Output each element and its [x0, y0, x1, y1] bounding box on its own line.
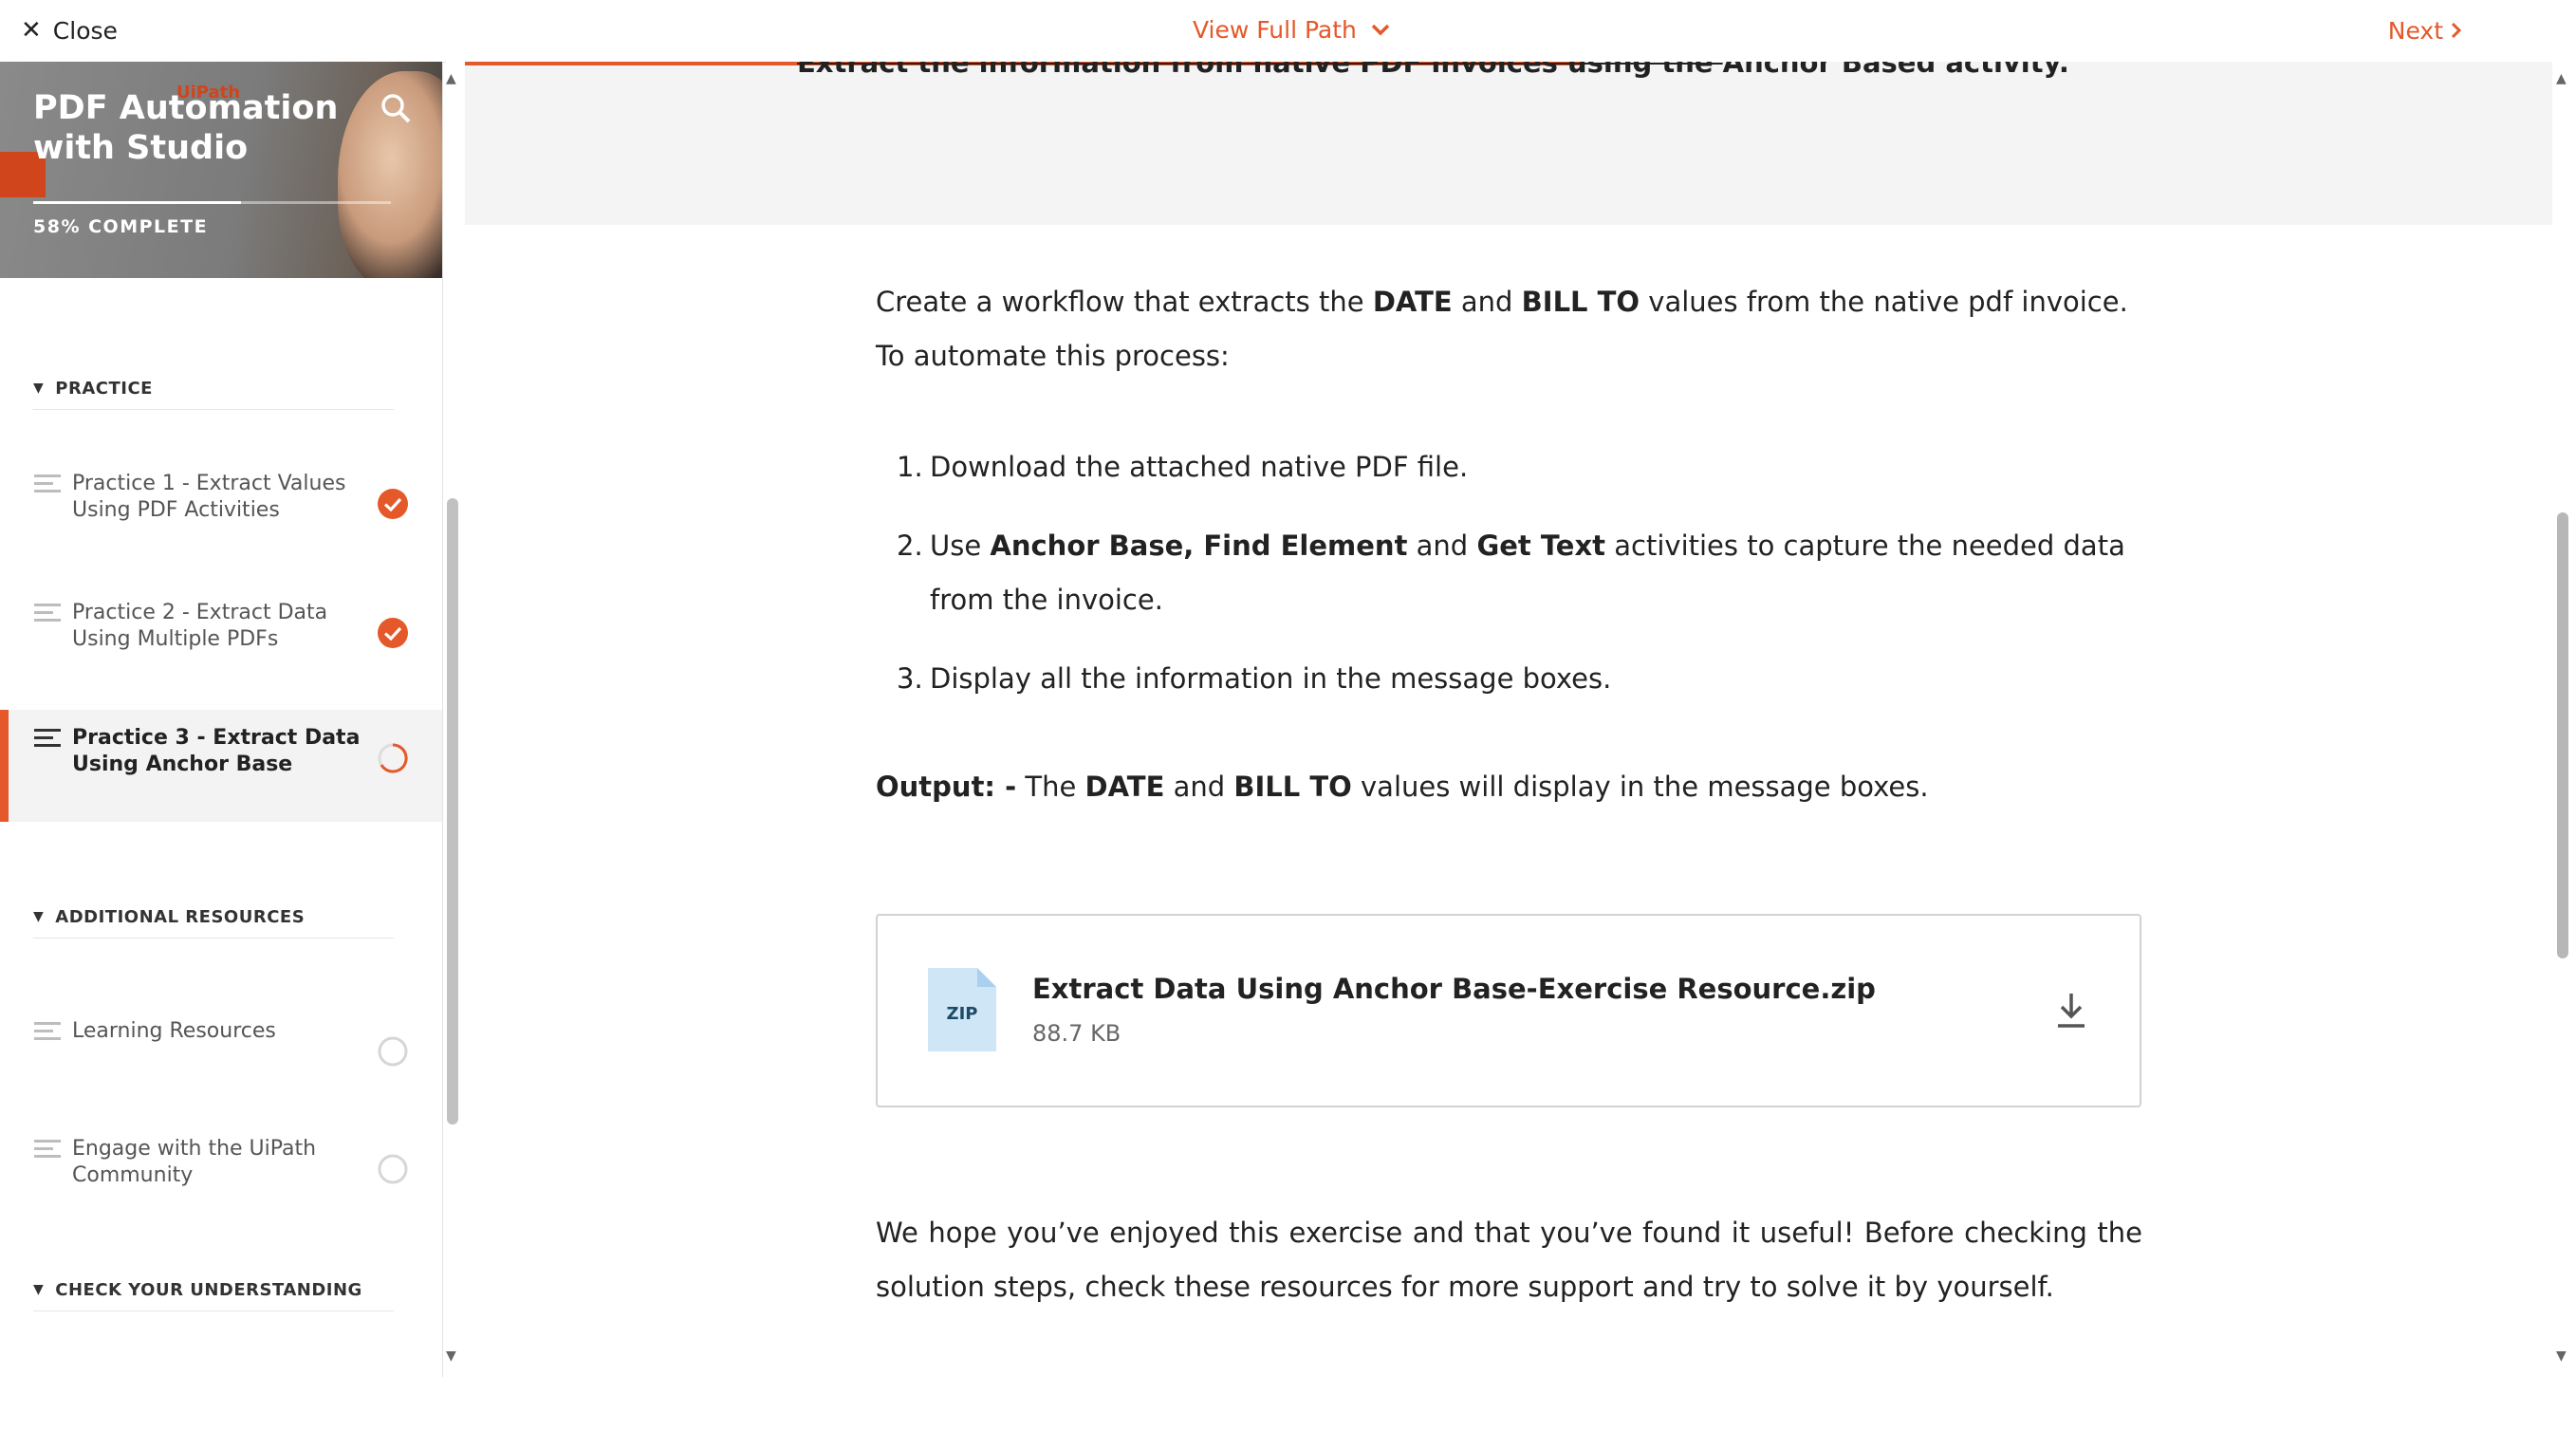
- lesson-engage-community[interactable]: Engage with the UiPath Community: [0, 1121, 442, 1233]
- lesson-lines-icon: [34, 1022, 61, 1045]
- lesson-lines-icon: [34, 1140, 61, 1162]
- close-label: Close: [52, 16, 118, 45]
- chevron-right-icon: [2451, 22, 2462, 39]
- lesson-title: Practice 1 - Extract Values Using PDF Ac…: [72, 472, 346, 522]
- next-button[interactable]: Next: [2388, 11, 2462, 49]
- lesson-lines-icon: [34, 729, 61, 752]
- lesson-lines-icon: [34, 604, 61, 626]
- section-label: ADDITIONAL RESOURCES: [55, 906, 306, 927]
- lesson-learning-resources[interactable]: Learning Resources: [0, 1003, 442, 1115]
- closing-paragraph: We hope you’ve enjoyed this exercise and…: [876, 1217, 2142, 1303]
- close-button[interactable]: ✕ Close: [21, 13, 118, 47]
- lesson-practice-1[interactable]: Practice 1 - Extract Values Using PDF Ac…: [0, 455, 442, 567]
- close-icon: ✕: [21, 16, 42, 45]
- content-scroll-thumb[interactable]: [2557, 512, 2568, 958]
- svg-text:ZIP: ZIP: [947, 1004, 978, 1024]
- download-icon[interactable]: [2054, 992, 2088, 1030]
- section-practice[interactable]: ▼ PRACTICE: [33, 367, 394, 410]
- lesson-practice-2[interactable]: Practice 2 - Extract Data Using Multiple…: [0, 585, 442, 697]
- check-circle-icon: [378, 489, 408, 519]
- scroll-up-arrow[interactable]: ▲: [2556, 71, 2567, 86]
- caret-down-icon: ▼: [33, 1282, 45, 1297]
- course-header: UiPath PDF Automation with Studio 58% CO…: [0, 62, 442, 278]
- view-full-path-button[interactable]: View Full Path: [1193, 11, 1391, 47]
- scroll-down-arrow[interactable]: ▼: [2556, 1348, 2567, 1364]
- lesson-title: Practice 2 - Extract Data Using Multiple…: [72, 601, 328, 651]
- caret-down-icon: ▼: [33, 909, 45, 924]
- empty-circle-icon: [378, 1036, 408, 1067]
- lesson-title: Practice 3 - Extract Data Using Anchor B…: [72, 726, 361, 776]
- empty-circle-icon: [378, 1154, 408, 1184]
- lesson-heading: Extract the information from native PDF …: [797, 62, 2069, 79]
- section-additional-resources[interactable]: ▼ ADDITIONAL RESOURCES: [33, 896, 394, 939]
- intro-paragraph: Create a workflow that extracts the DATE…: [876, 286, 2128, 372]
- lesson-content: Extract the information from native PDF …: [465, 62, 2552, 1377]
- chevron-down-icon: [1371, 24, 1390, 36]
- section-label: CHECK YOUR UNDERSTANDING: [55, 1279, 362, 1300]
- caret-down-icon: ▼: [33, 381, 45, 396]
- course-progress-fill: [33, 201, 241, 204]
- attachment-size: 88.7 KB: [1032, 1020, 1121, 1047]
- lesson-title: Learning Resources: [72, 1019, 276, 1043]
- attachment-name: Extract Data Using Anchor Base-Exercise …: [1032, 973, 1876, 1005]
- check-circle-icon: [378, 618, 408, 648]
- section-check-understanding[interactable]: ▼ CHECK YOUR UNDERSTANDING: [33, 1269, 394, 1311]
- course-progress-label: 58% COMPLETE: [33, 216, 209, 237]
- top-bar: ✕ Close View Full Path Next: [0, 0, 2576, 63]
- lesson-title: Engage with the UiPath Community: [72, 1137, 317, 1187]
- scroll-down-arrow[interactable]: ▼: [446, 1348, 456, 1364]
- next-label: Next: [2387, 16, 2443, 45]
- course-progress-bar: [33, 201, 391, 204]
- lesson-practice-3[interactable]: Practice 3 - Extract Data Using Anchor B…: [0, 710, 442, 822]
- lesson-lines-icon: [34, 474, 61, 497]
- content-scrollbar[interactable]: ▲ ▼: [2552, 62, 2576, 1377]
- progress-ring-icon: [378, 743, 408, 773]
- course-sidebar: UiPath PDF Automation with Studio 58% CO…: [0, 62, 443, 1377]
- zip-file-icon: ZIP: [928, 968, 996, 1051]
- course-title: PDF Automation with Studio: [33, 89, 339, 167]
- sidebar-scroll-thumb[interactable]: [447, 498, 458, 1125]
- attachment-card[interactable]: ZIP Extract Data Using Anchor Base-Exerc…: [876, 914, 2141, 1107]
- scroll-up-arrow[interactable]: ▲: [446, 71, 456, 86]
- section-label: PRACTICE: [55, 378, 153, 399]
- lesson-heading-area: Extract the information from native PDF …: [465, 62, 2552, 225]
- search-icon[interactable]: [380, 92, 412, 124]
- output-paragraph: Output: - The DATE and BILL TO values wi…: [876, 771, 1929, 803]
- view-full-path-label: View Full Path: [1193, 15, 1357, 44]
- sidebar-scrollbar[interactable]: ▲ ▼: [446, 62, 465, 1377]
